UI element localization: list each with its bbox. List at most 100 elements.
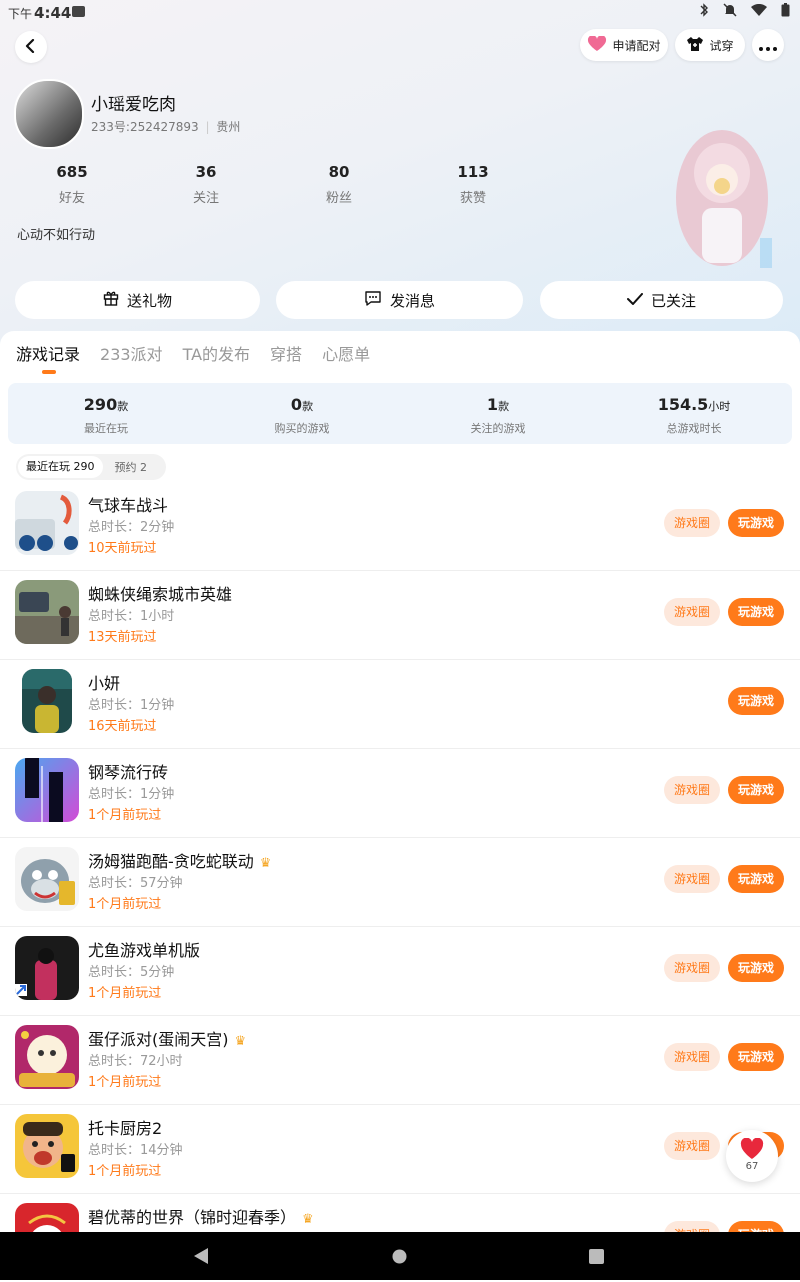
wifi-icon bbox=[751, 3, 767, 20]
stat-label: 粉丝 bbox=[325, 191, 352, 206]
game-title: 钢琴流行砖 bbox=[88, 763, 169, 782]
send-message-button[interactable]: 发消息 bbox=[276, 281, 523, 319]
following-label: 已关注 bbox=[650, 291, 696, 310]
summary-label: 最近在玩 bbox=[84, 422, 128, 435]
gift-badge-icon: ♛ bbox=[259, 856, 272, 871]
game-last-played: 1个月前玩过 bbox=[88, 1164, 162, 1179]
status-bar: 下午 4:44 bbox=[0, 0, 800, 26]
chevron-left-icon bbox=[25, 38, 37, 57]
stat-label: 关注 bbox=[192, 191, 219, 206]
summary-playtime: 154.5小时 总游戏时长 bbox=[596, 395, 792, 436]
summary-value: 154.5 bbox=[657, 395, 709, 414]
summary-unit: 小时 bbox=[708, 400, 731, 413]
game-last-played: 1个月前玩过 bbox=[88, 897, 162, 912]
game-duration: 总时长：2分钟 bbox=[88, 520, 175, 535]
summary-unit: 款 bbox=[117, 400, 129, 413]
send-gift-button[interactable]: 送礼物 bbox=[15, 281, 260, 319]
play-game-button[interactable]: 玩游戏 bbox=[728, 865, 784, 893]
segment-reserve[interactable]: 预约 2 bbox=[115, 459, 148, 475]
game-duration: 总时长：1小时 bbox=[88, 609, 175, 624]
stat-following[interactable]: 36 关注 bbox=[166, 163, 246, 206]
game-row[interactable]: 汤姆猫跑酷-贪吃蛇联动 ♛ 总时长：57分钟 1个月前玩过 游戏圈 玩游戏 bbox=[0, 837, 800, 927]
floating-like-button[interactable]: 67 bbox=[726, 1130, 778, 1182]
play-game-button[interactable]: 玩游戏 bbox=[728, 687, 784, 715]
try-on-label: 试穿 bbox=[709, 38, 734, 53]
status-time: 下午 4:44 bbox=[8, 4, 72, 22]
game-title: 小妍 bbox=[88, 674, 121, 693]
game-title: 尤鱼游戏单机版 bbox=[88, 941, 201, 960]
summary-purchased: 0款 购买的游戏 bbox=[204, 395, 400, 436]
apply-pair-button[interactable]: 申请配对 bbox=[580, 29, 668, 61]
summary-unit: 款 bbox=[302, 400, 314, 413]
more-button[interactable] bbox=[752, 29, 784, 61]
back-button[interactable] bbox=[15, 31, 47, 63]
segment-recent[interactable]: 最近在玩 290 bbox=[18, 456, 103, 478]
more-dots-icon bbox=[759, 36, 777, 55]
stat-value: 80 bbox=[328, 163, 350, 181]
play-game-button[interactable]: 玩游戏 bbox=[728, 776, 784, 804]
gift-badge-icon: ♛ bbox=[302, 1212, 314, 1227]
game-icon bbox=[15, 1114, 79, 1178]
game-circle-button[interactable]: 游戏圈 bbox=[664, 865, 720, 893]
stat-value: 113 bbox=[457, 163, 489, 181]
game-row[interactable]: 气球车战斗 总时长：2分钟 10天前玩过 游戏圈 玩游戏 bbox=[0, 481, 800, 571]
nav-recents-icon[interactable] bbox=[589, 1249, 604, 1268]
summary-value: 0 bbox=[290, 395, 303, 414]
stat-friends[interactable]: 685 好友 bbox=[32, 163, 112, 206]
nav-home-icon[interactable] bbox=[392, 1249, 407, 1268]
game-circle-button[interactable]: 游戏圈 bbox=[664, 776, 720, 804]
game-circle-button[interactable]: 游戏圈 bbox=[664, 1043, 720, 1071]
game-last-played: 13天前玩过 bbox=[88, 630, 157, 645]
game-row[interactable]: 尤鱼游戏单机版 总时长：5分钟 1个月前玩过 游戏圈 玩游戏 bbox=[0, 926, 800, 1016]
game-title: 气球车战斗 bbox=[88, 496, 169, 515]
game-title: 碧优蒂的世界（锦时迎春季） ♛ bbox=[88, 1208, 314, 1227]
list-segment-control: 最近在玩 290 预约 2 bbox=[16, 454, 166, 480]
game-last-played: 1个月前玩过 bbox=[88, 986, 162, 1001]
summary-recent: 290款 最近在玩 bbox=[8, 395, 204, 436]
game-duration: 总时长：72小时 bbox=[88, 1054, 183, 1069]
summary-label: 购买的游戏 bbox=[274, 422, 330, 435]
avatar-character-figure[interactable] bbox=[672, 128, 776, 274]
game-circle-button[interactable]: 游戏圈 bbox=[664, 954, 720, 982]
user-id: 233号:252427893 bbox=[91, 120, 199, 134]
tab-wishlist[interactable]: 心愿单 bbox=[322, 341, 370, 365]
game-row[interactable]: 蛋仔派对(蛋闹天宫) ♛ 总时长：72小时 1个月前玩过 游戏圈 玩游戏 bbox=[0, 1015, 800, 1105]
game-duration: 总时长：5分钟 bbox=[88, 965, 175, 980]
game-last-played: 1个月前玩过 bbox=[88, 1075, 162, 1090]
game-circle-button[interactable]: 游戏圈 bbox=[664, 509, 720, 537]
play-game-button[interactable]: 玩游戏 bbox=[728, 598, 784, 626]
game-duration: 总时长：57分钟 bbox=[88, 876, 183, 891]
game-circle-button[interactable]: 游戏圈 bbox=[664, 1132, 720, 1160]
nav-back-icon[interactable] bbox=[193, 1247, 209, 1269]
summary-label: 关注的游戏 bbox=[470, 422, 526, 435]
game-title: 蜘蛛侠绳索城市英雄 bbox=[88, 585, 233, 604]
avatar[interactable] bbox=[14, 79, 84, 149]
try-on-button[interactable]: 试穿 bbox=[675, 29, 745, 61]
stat-likes[interactable]: 113 获赞 bbox=[433, 163, 513, 206]
game-row[interactable]: 小妍 总时长：1分钟 16天前玩过 玩游戏 bbox=[0, 659, 800, 749]
stat-label: 好友 bbox=[58, 191, 85, 206]
gallery-notification-icon bbox=[72, 6, 85, 17]
send-message-label: 发消息 bbox=[389, 291, 435, 310]
play-game-button[interactable]: 玩游戏 bbox=[728, 509, 784, 537]
game-circle-button[interactable]: 游戏圈 bbox=[664, 598, 720, 626]
game-row[interactable]: 钢琴流行砖 总时长：1分钟 1个月前玩过 游戏圈 玩游戏 bbox=[0, 748, 800, 838]
tab-game-records[interactable]: 游戏记录 bbox=[16, 341, 80, 365]
tab-posts[interactable]: TA的发布 bbox=[183, 341, 250, 365]
summary-label: 总游戏时长 bbox=[666, 422, 722, 435]
game-row[interactable]: 托卡厨房2 总时长：14分钟 1个月前玩过 游戏圈 玩游戏 bbox=[0, 1104, 800, 1194]
stat-fans[interactable]: 80 粉丝 bbox=[299, 163, 379, 206]
play-game-button[interactable]: 玩游戏 bbox=[728, 1043, 784, 1071]
mute-bell-icon bbox=[723, 3, 737, 21]
tab-233-party[interactable]: 233派对 bbox=[100, 341, 163, 365]
stat-label: 获赞 bbox=[459, 191, 486, 206]
heart-icon bbox=[587, 34, 607, 55]
following-button[interactable]: 已关注 bbox=[540, 281, 783, 319]
game-row[interactable]: 蜘蛛侠绳索城市英雄 总时长：1小时 13天前玩过 游戏圈 玩游戏 bbox=[0, 570, 800, 660]
summary-value: 290 bbox=[83, 395, 118, 414]
summary-unit: 款 bbox=[498, 400, 510, 413]
like-count: 67 bbox=[745, 1161, 759, 1172]
tab-outfits[interactable]: 穿搭 bbox=[270, 341, 302, 365]
game-duration: 总时长：1分钟 bbox=[88, 698, 175, 713]
play-game-button[interactable]: 玩游戏 bbox=[728, 954, 784, 982]
